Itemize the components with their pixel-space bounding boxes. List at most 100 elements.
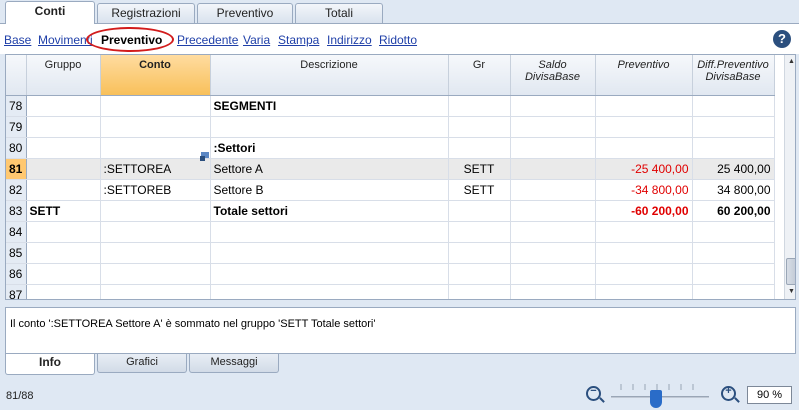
table-row[interactable]: 87 <box>6 284 775 299</box>
vertical-scrollbar[interactable]: ▲ ▼ <box>784 55 795 299</box>
tab-info[interactable]: Info <box>5 354 95 375</box>
zoom-level-field[interactable]: 90 % <box>747 386 792 404</box>
cell-preventivo[interactable] <box>595 137 693 159</box>
cell-gruppo[interactable] <box>26 221 101 243</box>
cell-conto[interactable] <box>100 221 211 243</box>
cell-preventivo[interactable]: -34 800,00 <box>595 179 693 201</box>
view-preventivo[interactable]: Preventivo <box>101 33 162 47</box>
cell-saldo[interactable] <box>510 158 596 180</box>
cell-diff[interactable] <box>692 95 775 117</box>
cell-gruppo[interactable] <box>26 242 101 264</box>
cell-gr[interactable] <box>448 242 511 264</box>
cell-conto[interactable]: :SETTOREA <box>100 158 211 180</box>
cell-conto[interactable] <box>100 242 211 264</box>
cell-gr[interactable] <box>448 116 511 138</box>
table-row[interactable]: 86 <box>6 263 775 285</box>
view-movimenti[interactable]: Movimenti <box>38 33 93 47</box>
cell-preventivo[interactable]: -25 400,00 <box>595 158 693 180</box>
tab-messaggi[interactable]: Messaggi <box>189 354 279 373</box>
view-precedente[interactable]: Precedente <box>177 33 238 47</box>
col-header-saldo[interactable]: Saldo DivisaBase <box>510 55 596 96</box>
cell-saldo[interactable] <box>510 179 596 201</box>
cell-conto[interactable] <box>100 116 211 138</box>
cell-gr[interactable] <box>448 200 511 222</box>
scroll-up-icon[interactable]: ▲ <box>785 55 795 69</box>
cell-preventivo[interactable] <box>595 263 693 285</box>
row-number[interactable]: 85 <box>6 242 27 264</box>
view-stampa[interactable]: Stampa <box>278 33 319 47</box>
cell-saldo[interactable] <box>510 137 596 159</box>
table-row[interactable]: 79 <box>6 116 775 138</box>
tab-totali[interactable]: Totali <box>295 3 383 23</box>
cell-diff[interactable] <box>692 116 775 138</box>
cell-descrizione[interactable] <box>210 284 449 299</box>
cell-gruppo[interactable] <box>26 116 101 138</box>
row-number[interactable]: 83 <box>6 200 27 222</box>
row-number[interactable]: 87 <box>6 284 27 299</box>
cell-descrizione[interactable]: Settore A <box>210 158 449 180</box>
cell-saldo[interactable] <box>510 200 596 222</box>
table-row[interactable]: 84 <box>6 221 775 243</box>
cell-gruppo[interactable] <box>26 95 101 117</box>
cell-saldo[interactable] <box>510 221 596 243</box>
cell-gr[interactable] <box>448 95 511 117</box>
cell-gruppo[interactable] <box>26 158 101 180</box>
cell-gruppo[interactable]: SETT <box>26 200 101 222</box>
col-header-diff[interactable]: Diff.Preventivo DivisaBase <box>692 55 775 96</box>
cell-saldo[interactable] <box>510 263 596 285</box>
cell-saldo[interactable] <box>510 116 596 138</box>
cell-gr[interactable]: SETT <box>448 179 511 201</box>
cell-conto[interactable] <box>100 95 211 117</box>
table-row[interactable]: 80 :Settori <box>6 137 775 159</box>
row-number[interactable]: 82 <box>6 179 27 201</box>
cell-descrizione[interactable] <box>210 263 449 285</box>
view-ridotto[interactable]: Ridotto <box>379 33 417 47</box>
col-header-preventivo[interactable]: Preventivo <box>595 55 693 96</box>
table-row[interactable]: 78 SEGMENTI <box>6 95 775 117</box>
col-header-gr[interactable]: Gr <box>448 55 511 96</box>
table-row[interactable]: 81:SETTOREA Settore A SETT -25 400,00 25 400… <box>6 158 775 180</box>
cell-descrizione[interactable]: :Settori <box>210 137 449 159</box>
cell-preventivo[interactable] <box>595 284 693 299</box>
cell-descrizione[interactable] <box>210 221 449 243</box>
table-row[interactable]: 85 <box>6 242 775 264</box>
accounts-grid[interactable]: Gruppo Conto Descrizione Gr Saldo Divisa… <box>5 54 796 300</box>
zoom-out-icon[interactable]: − <box>586 385 601 401</box>
cell-diff[interactable]: 34 800,00 <box>692 179 775 201</box>
tab-preventivo[interactable]: Preventivo <box>197 3 293 23</box>
cell-descrizione[interactable] <box>210 242 449 264</box>
cell-diff[interactable]: 60 200,00 <box>692 200 775 222</box>
view-base[interactable]: Base <box>4 33 31 47</box>
cell-conto[interactable]: :SETTOREB <box>100 179 211 201</box>
cell-preventivo[interactable]: -60 200,00 <box>595 200 693 222</box>
cell-diff[interactable] <box>692 221 775 243</box>
cell-conto[interactable] <box>100 137 211 159</box>
cell-preventivo[interactable] <box>595 221 693 243</box>
cell-preventivo[interactable] <box>595 116 693 138</box>
cell-gruppo[interactable] <box>26 137 101 159</box>
col-header-gruppo[interactable]: Gruppo <box>26 55 101 96</box>
view-varia[interactable]: Varia <box>243 33 270 47</box>
cell-conto[interactable] <box>100 284 211 299</box>
cell-descrizione[interactable]: Settore B <box>210 179 449 201</box>
cell-preventivo[interactable] <box>595 95 693 117</box>
row-number[interactable]: 84 <box>6 221 27 243</box>
row-number[interactable]: 81 <box>6 158 27 180</box>
cell-saldo[interactable] <box>510 284 596 299</box>
cell-conto[interactable] <box>100 263 211 285</box>
tab-grafici[interactable]: Grafici <box>97 354 187 373</box>
row-number[interactable]: 80 <box>6 137 27 159</box>
cell-saldo[interactable] <box>510 242 596 264</box>
zoom-slider-thumb[interactable] <box>650 390 662 408</box>
cell-gruppo[interactable] <box>26 179 101 201</box>
tab-conti[interactable]: Conti <box>5 1 95 24</box>
view-indirizzo[interactable]: Indirizzo <box>327 33 372 47</box>
cell-conto[interactable] <box>100 200 211 222</box>
cell-diff[interactable] <box>692 263 775 285</box>
col-header-descrizione[interactable]: Descrizione <box>210 55 449 96</box>
row-number[interactable]: 79 <box>6 116 27 138</box>
cell-gr[interactable] <box>448 137 511 159</box>
scroll-down-icon[interactable]: ▼ <box>785 285 795 299</box>
scroll-thumb[interactable] <box>786 258 795 285</box>
zoom-in-icon[interactable]: + <box>721 385 736 401</box>
